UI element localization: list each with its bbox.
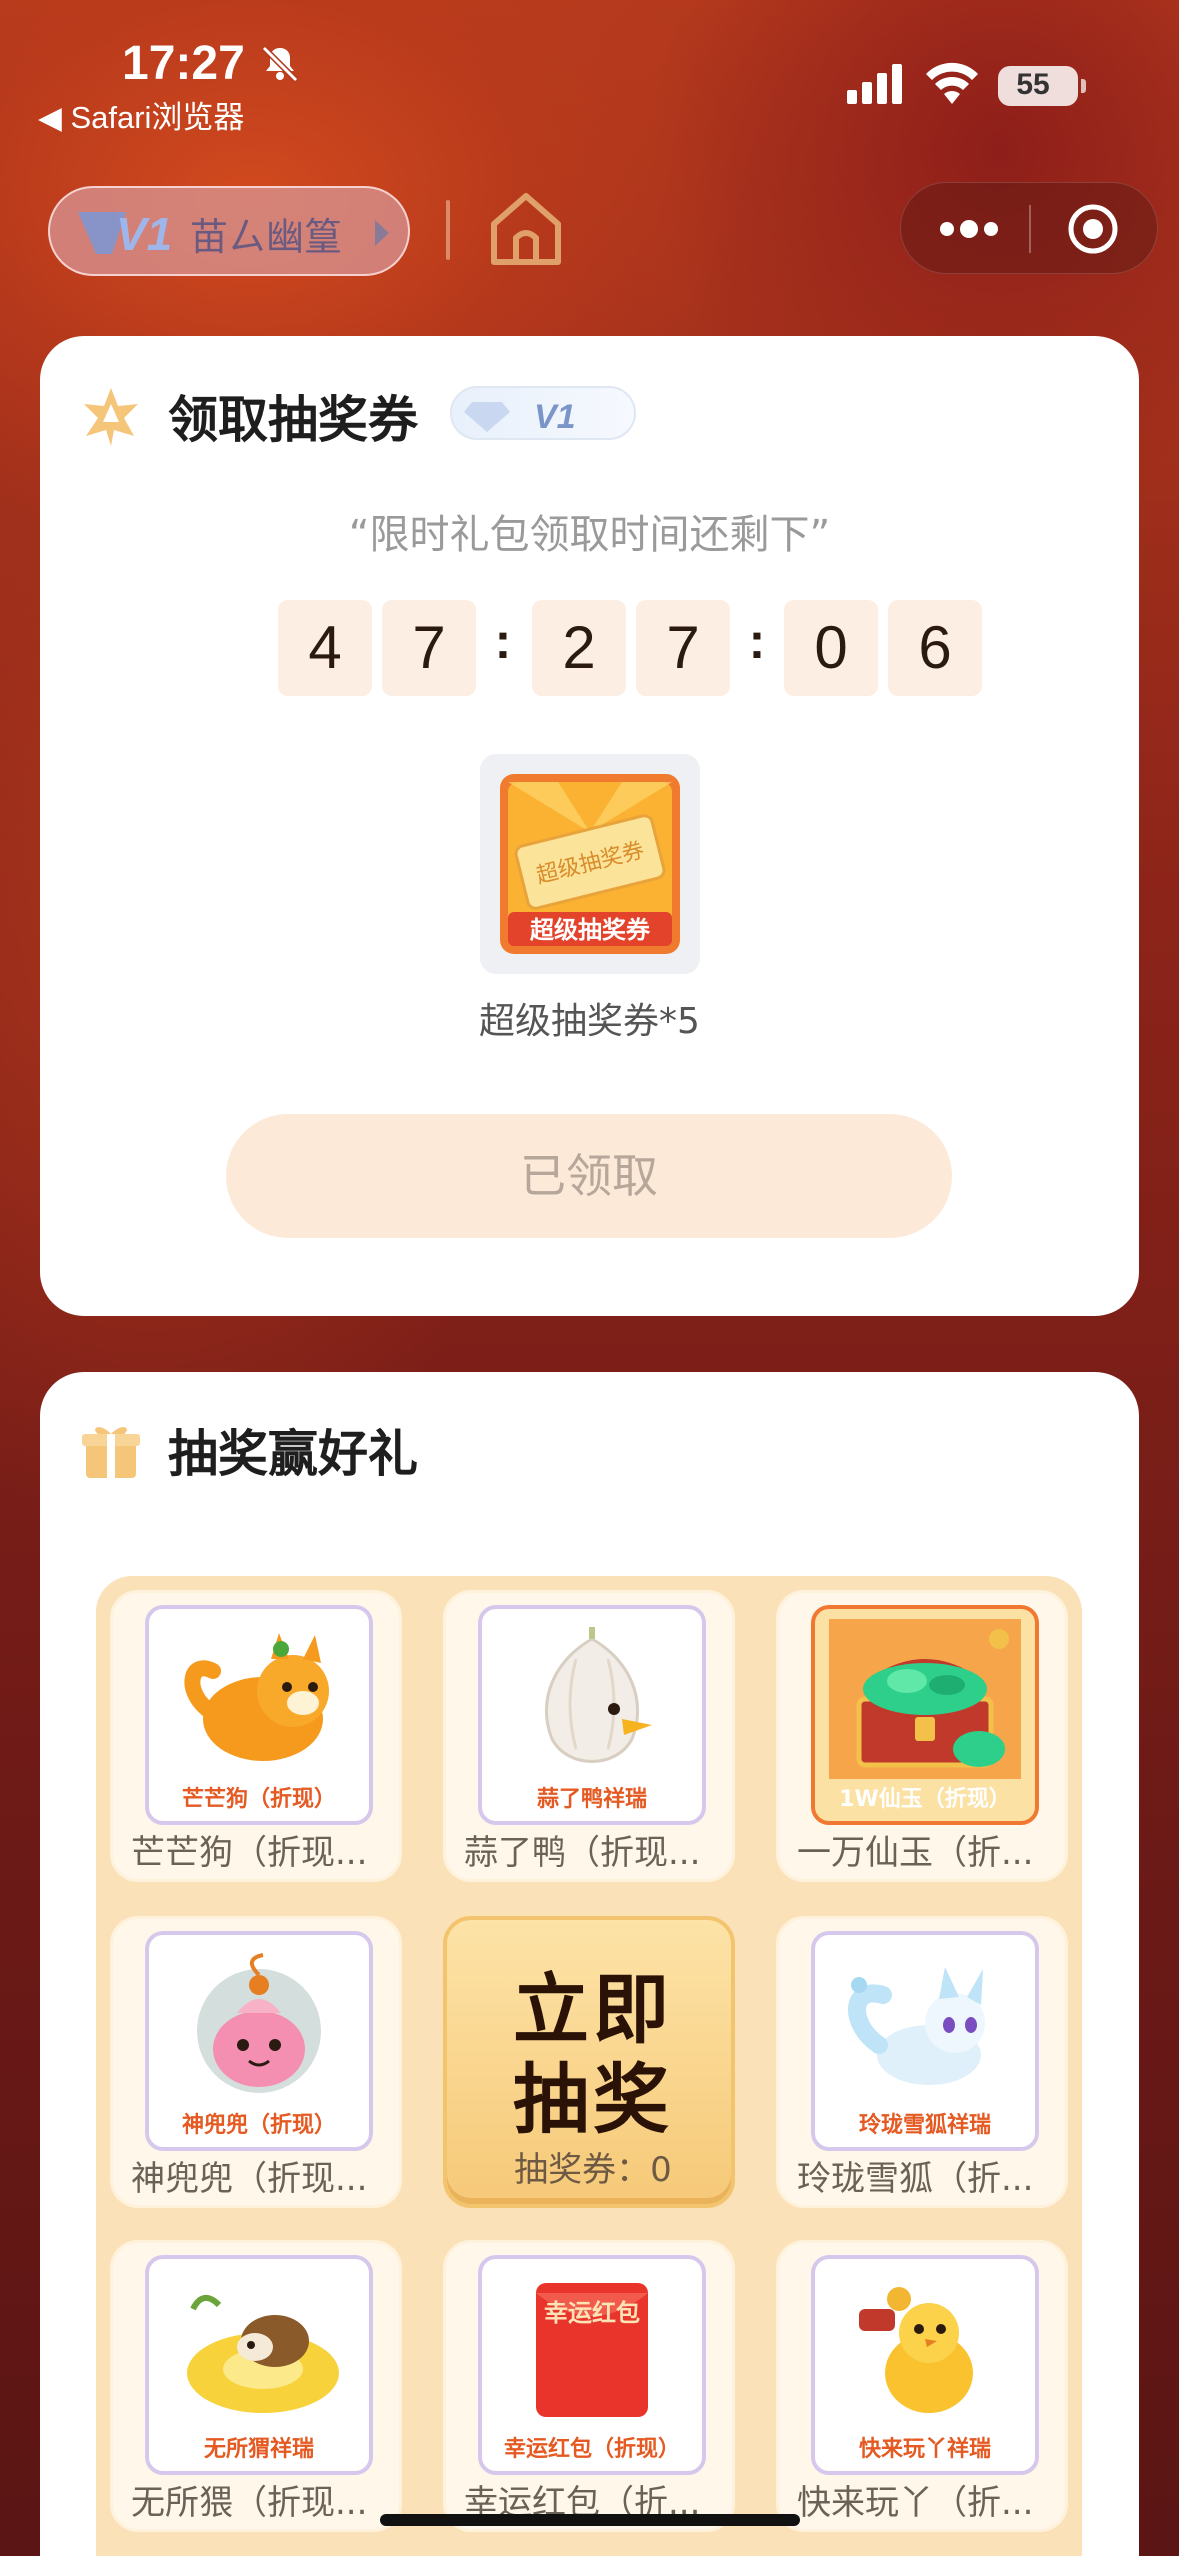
prize-name: 玲珑雪狐（折... [797, 2159, 1034, 2199]
svg-text:超级抽奖券: 超级抽奖券 [530, 916, 651, 944]
claim-card-title: 领取抽奖券 [168, 391, 418, 449]
prize-cell[interactable]: 无所猬祥瑞 无所猥（折现... [110, 2240, 402, 2532]
prize-caption: 玲珑雪狐祥瑞 [858, 2113, 991, 2138]
prize-frame: 神兜兜（折现） [145, 1931, 373, 2151]
garlic-duck-icon [544, 1627, 652, 1763]
countdown-digit: 7 [636, 600, 730, 696]
draw-button-line2: 抽奖 [513, 2055, 673, 2144]
home-indicator[interactable] [380, 2514, 800, 2526]
prize-frame: 玲珑雪狐祥瑞 [811, 1931, 1039, 2151]
cellular-signal-icon [847, 64, 902, 104]
diamond-icon: V1 [464, 398, 576, 436]
prize-cell[interactable]: 芒芒狗（折现） 芒芒狗（折现... [110, 1590, 402, 1882]
battery-level: 55 [1016, 68, 1050, 101]
miniprogram-capsule [900, 182, 1158, 274]
prize-caption: 神兜兜（折现） [181, 2113, 336, 2138]
jade-chest-icon [829, 1619, 1021, 1779]
chevron-right-icon [375, 220, 389, 246]
vip-tag: V1 [450, 386, 636, 440]
countdown-digit: 4 [278, 600, 372, 696]
countdown-digit: 0 [784, 600, 878, 696]
prize-frame: 无所猬祥瑞 [145, 2255, 373, 2475]
battery-indicator: 55 [998, 66, 1086, 106]
prize-frame: 快来玩丫祥瑞 [811, 2255, 1039, 2475]
ticket-count: 抽奖券：0 [514, 2150, 672, 2190]
claim-ticket-card: 领取抽奖券 V1 “限时礼包领取时间还剩下” 4 7 : 2 7 : 0 6 超… [40, 336, 1139, 1316]
prize-frame: 幸运红包 幸运红包（折现） [478, 2255, 706, 2475]
nav-divider [446, 200, 450, 260]
prize-caption: 1W仙玉（折现） [839, 1787, 1011, 1812]
target-icon[interactable] [1067, 203, 1119, 255]
prize-name: 一万仙玉（折... [797, 1833, 1034, 1873]
prize-grid: 芒芒狗（折现） 芒芒狗（折现... 蒜了鸭祥瑞 蒜了鸭（折现... 1W仙玉（折… [96, 1576, 1082, 2556]
lottery-card-title: 抽奖赢好礼 [168, 1425, 418, 1483]
red-envelope-icon: 幸运红包 [536, 2283, 648, 2417]
countdown-subtitle: “限时礼包领取时间还剩下” [348, 512, 831, 558]
more-dots-icon[interactable] [937, 217, 1001, 241]
countdown-digit: 6 [888, 600, 982, 696]
snow-fox-icon [848, 1967, 985, 2085]
prize-cell[interactable]: 蒜了鸭祥瑞 蒜了鸭（折现... [443, 1590, 735, 1882]
hedgehog-float-icon [187, 2295, 339, 2413]
svg-text:幸运红包: 幸运红包 [544, 2299, 640, 2327]
prize-cell[interactable]: 快来玩丫祥瑞 快来玩丫（折... [776, 2240, 1068, 2532]
prize-frame: 芒芒狗（折现） [145, 1605, 373, 1825]
super-ticket-icon: 超级抽奖券 超级抽奖券 [500, 774, 680, 954]
countdown-separator: : [494, 613, 512, 669]
username-label: 苗ㄙ幽篁 [190, 215, 343, 259]
prize-cell[interactable]: 幸运红包 幸运红包（折现） 幸运红包（折... [443, 2240, 735, 2532]
prize-cell[interactable]: 玲珑雪狐祥瑞 玲珑雪狐（折... [776, 1916, 1068, 2208]
draw-now-button[interactable]: 立即 抽奖 抽奖券：0 [443, 1916, 735, 2208]
bell-muted-icon [261, 45, 299, 83]
status-time: 17:27 [122, 37, 245, 90]
prize-name: 芒芒狗（折现... [131, 1833, 368, 1873]
reward-thumbnail: 超级抽奖券 超级抽奖券 [480, 754, 700, 974]
prize-cell[interactable]: 神兜兜（折现） 神兜兜（折现... [110, 1916, 402, 2208]
star-badge-icon [84, 388, 138, 446]
reward-label: 超级抽奖券*5 [479, 1001, 700, 1042]
prize-frame: 蒜了鸭祥瑞 [478, 1605, 706, 1825]
prize-caption: 幸运红包（折现） [503, 2437, 680, 2462]
home-icon[interactable] [488, 188, 564, 268]
vip-profile-pill[interactable]: V1 苗ㄙ幽篁 [48, 186, 410, 276]
countdown-separator: : [748, 613, 766, 669]
prize-caption: 无所猬祥瑞 [203, 2437, 314, 2462]
prize-caption: 芒芒狗（折现） [181, 1787, 336, 1812]
prize-name: 神兜兜（折现... [131, 2159, 368, 2199]
prize-name: 蒜了鸭（折现... [464, 1833, 701, 1873]
countdown-digit: 7 [382, 600, 476, 696]
prize-name: 无所猥（折现... [131, 2483, 368, 2523]
prize-name: 快来玩丫（折... [797, 2483, 1034, 2523]
claimed-button[interactable]: 已领取 [226, 1114, 952, 1238]
back-to-safari[interactable]: ◀ Safari浏览器 [38, 92, 244, 137]
svg-text:V1: V1 [534, 398, 576, 436]
orange-dog-icon [184, 1633, 329, 1761]
gift-icon [82, 1427, 140, 1478]
lottery-card: 抽奖赢好礼 芒芒狗（折现） 芒芒狗（折现... 蒜了鸭祥瑞 蒜了鸭（折现... … [40, 1372, 1139, 2556]
wifi-icon [926, 62, 978, 104]
prize-caption: 快来玩丫祥瑞 [858, 2437, 991, 2462]
countdown-timer: 4 7 : 2 7 : 0 6 [236, 600, 1036, 696]
prize-cell[interactable]: 1W仙玉（折现） 一万仙玉（折... [776, 1590, 1068, 1882]
svg-text:V1: V1 [116, 208, 172, 260]
prize-frame: 1W仙玉（折现） [811, 1605, 1039, 1825]
countdown-digit: 2 [532, 600, 626, 696]
pink-pouch-icon [197, 1953, 321, 2093]
chick-icon [859, 2287, 973, 2413]
prize-caption: 蒜了鸭祥瑞 [536, 1787, 647, 1812]
